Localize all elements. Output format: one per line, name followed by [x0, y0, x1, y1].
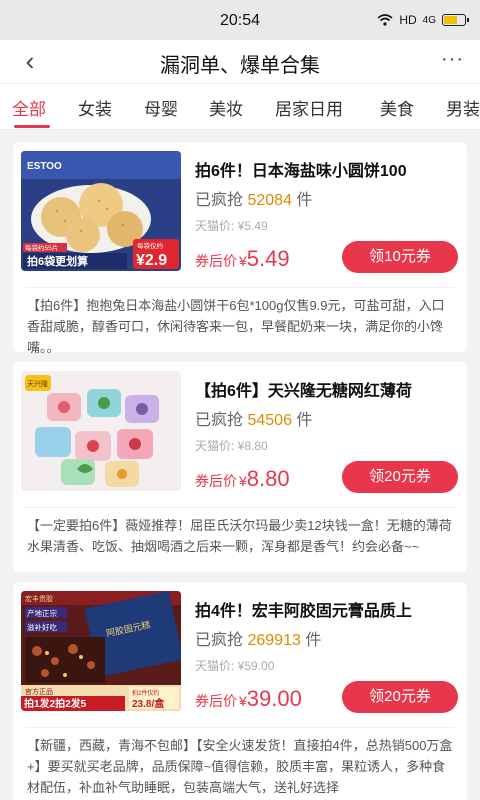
product-card[interactable]: 宏丰贵胶 阿胶固元糕 产地正宗 滋补好吃 官方正品 拍1发2拍2发5 拍2件仅约… — [13, 582, 467, 800]
get-coupon-button[interactable]: 领20元券 — [342, 681, 458, 713]
promo-text: 拍1发2拍2发5 — [24, 697, 87, 710]
get-coupon-button[interactable]: 领10元券 — [342, 241, 458, 273]
get-coupon-button[interactable]: 领20元券 — [342, 461, 458, 493]
product-title[interactable]: 拍6件！日本海盐味小圆饼100 — [195, 157, 461, 181]
product-title[interactable]: 【拍6件】天兴隆无糖网红薄荷 — [195, 377, 461, 401]
product-description: 【新疆，西藏，青海不包邮】【安全火速发货！直接拍4件，总热销500万盒+】要买就… — [27, 738, 453, 795]
image-tag: 滋补好吃 — [27, 622, 57, 632]
brand-text: 天兴隆 — [27, 379, 48, 388]
brand-text: ESTOO — [27, 161, 62, 172]
product-image[interactable]: 宏丰贵胶 阿胶固元糕 产地正宗 滋补好吃 官方正品 拍1发2拍2发5 拍2件仅约… — [21, 591, 181, 711]
tab-all[interactable]: 全部 — [12, 95, 46, 120]
nav-bar: ‹ 漏洞单、爆单合集 ··· — [0, 40, 480, 84]
image-tag: 产地正宗 — [27, 608, 57, 618]
tab-food[interactable]: 美食 — [380, 95, 414, 120]
image-tag: 宏丰贵胶 — [25, 594, 53, 603]
tab-active-indicator — [14, 125, 50, 128]
sold-count: 已疯抢 269913 件 — [195, 632, 322, 649]
image-tag: 每袋约55片 — [25, 243, 58, 252]
product-image[interactable]: 天兴隆 — [21, 371, 181, 491]
badge-price: ¥2.9 — [136, 252, 167, 269]
tmall-price: 天猫价: ¥59.00 — [195, 659, 275, 673]
wifi-icon — [377, 14, 393, 26]
coupon-price: 券后价 ¥8.80 — [195, 466, 290, 491]
promo-text: 拍6袋更划算 — [27, 254, 88, 268]
tab-beauty[interactable]: 美妆 — [209, 95, 243, 120]
product-description: 【拍6件】抱抱兔日本海盐小圆饼干6包*100g仅售9.9元，可盐可甜，入口香甜咸… — [27, 298, 445, 355]
badge-label: 拍2件仅约 — [132, 689, 159, 697]
badge-price: 23.8/盒 — [132, 697, 165, 710]
network-type: HD — [399, 13, 417, 27]
status-icons: HD 4G — [377, 13, 469, 27]
badge-label: 每袋仅约 — [137, 241, 163, 250]
more-icon[interactable]: ··· — [441, 48, 464, 71]
product-description: 【一定要拍6件】薇娅推荐！屈臣氏沃尔玛最少卖12块钱一盒！无糖的薄荷水果清香、吃… — [27, 518, 452, 554]
product-image[interactable]: ESTOO 每袋约55片 拍6袋更划算 每袋仅约 ¥2.9 — [21, 151, 181, 271]
product-card[interactable]: ESTOO 每袋约55片 拍6袋更划算 每袋仅约 ¥2.9 拍6件！日本海盐味小… — [13, 142, 467, 355]
divider — [25, 507, 455, 508]
signal-icon: 4G — [422, 14, 436, 26]
battery-level — [444, 16, 458, 24]
tmall-price: 天猫价: ¥5.49 — [195, 219, 268, 233]
coupon-price: 券后价 ¥5.49 — [195, 246, 290, 271]
page-title: 漏洞单、爆单合集 — [160, 55, 320, 77]
tab-baby[interactable]: 母婴 — [144, 95, 178, 120]
sold-count: 已疯抢 54506 件 — [195, 412, 313, 429]
tmall-price: 天猫价: ¥8.80 — [195, 439, 268, 453]
status-bar: 20:54 HD 4G — [0, 0, 480, 40]
tab-mens[interactable]: 男装 — [446, 95, 480, 120]
divider — [25, 727, 455, 728]
image-tag: 官方正品 — [25, 687, 53, 696]
product-title[interactable]: 拍4件！宏丰阿胶固元膏品质上 — [195, 597, 461, 621]
category-tabs: 全部 女装 母婴 美妆 居家日用 美食 男装 — [0, 84, 480, 130]
coupon-price: 券后价 ¥39.00 — [195, 686, 302, 711]
battery-icon — [442, 14, 469, 26]
divider — [25, 287, 455, 288]
tab-womens[interactable]: 女装 — [78, 95, 112, 120]
tab-home[interactable]: 居家日用 — [275, 95, 343, 120]
product-card[interactable]: 天兴隆 【拍6件】天兴隆无糖网红薄荷 已疯抢 54506 件 天猫价: ¥8.8… — [13, 362, 467, 572]
sold-count: 已疯抢 52084 件 — [195, 192, 313, 209]
